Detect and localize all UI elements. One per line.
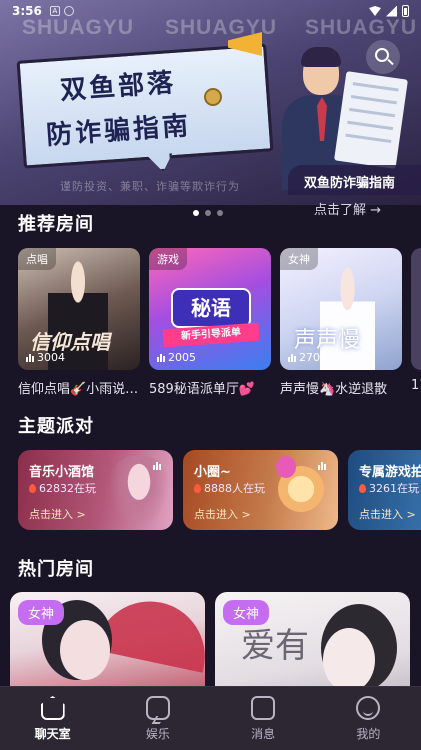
room-name: 声声慢🦄水逆退散 <box>280 382 388 397</box>
audio-bars-icon <box>157 353 165 362</box>
nav-item-messages[interactable]: 消息 <box>211 687 316 750</box>
nav-label: 聊天室 <box>34 727 71 741</box>
message-icon <box>251 696 276 720</box>
party-enter-link[interactable]: 点击进入 > <box>29 506 86 522</box>
party-player-count: 62832在玩 <box>29 480 96 496</box>
party-name: 音乐小酒馆 <box>29 465 95 480</box>
room-listener-count: 2005 <box>157 351 196 364</box>
hot-room-cover-art <box>94 592 205 673</box>
nav-label: 娱乐 <box>145 727 170 741</box>
room-listener-count: 3004 <box>26 351 65 364</box>
party-enter-link[interactable]: 点击进入 > <box>194 506 251 522</box>
room-category-chip: 女神 <box>280 248 318 270</box>
nav-item-entertainment[interactable]: 娱乐 <box>105 687 210 750</box>
notification-icon <box>63 6 74 16</box>
room-listener-count: 2701 <box>288 351 327 364</box>
room-card[interactable]: 秘语 新手引导派单 游戏 2005 <box>149 248 271 370</box>
profile-icon <box>356 696 381 720</box>
page-dot <box>217 210 223 216</box>
banner-subtitle: 谨防投资、兼职、诈骗等欺诈行为 <box>60 180 240 193</box>
page-dot-active <box>193 210 199 216</box>
party-player-count: 3261在玩 <box>359 480 419 496</box>
battery-icon <box>402 5 409 17</box>
theme-party-card[interactable]: 音乐小酒馆 62832在玩 点击进入 > <box>18 450 173 530</box>
chat-icon <box>145 696 170 720</box>
room-card[interactable]: 声声慢 女神 2701 <box>280 248 402 370</box>
room-card[interactable] <box>411 248 421 370</box>
room-category-chip: 游戏 <box>149 248 187 270</box>
page-dot <box>205 210 211 216</box>
party-enter-link[interactable]: 点击进入 > <box>359 506 416 522</box>
room-name: 11 <box>411 378 421 393</box>
wifi-icon <box>369 6 381 16</box>
coin-icon <box>204 88 222 106</box>
nav-item-profile[interactable]: 我的 <box>316 687 421 750</box>
section-title-hot: 热门房间 <box>18 559 94 580</box>
room-category-chip: 点唱 <box>18 248 56 270</box>
audio-bars-icon <box>318 462 326 470</box>
room-cover-text: 秘语 <box>171 288 251 328</box>
section-title-theme: 主题派对 <box>18 416 94 437</box>
hot-room-cover-art <box>323 628 375 692</box>
signal-icon <box>386 5 397 17</box>
nav-label: 我的 <box>356 727 381 741</box>
room-name: 信仰点唱🎸小雨说… <box>18 382 139 397</box>
room-category-chip: 女神 <box>223 600 270 625</box>
audio-bars-icon <box>26 353 34 362</box>
home-icon <box>40 696 65 720</box>
banner-pagination <box>193 210 223 216</box>
learn-more-link[interactable]: 点击了解 → <box>314 199 381 218</box>
document-illustration <box>334 71 408 169</box>
section-title-recommend: 推荐房间 <box>18 214 94 235</box>
notification-icon: A <box>49 6 60 16</box>
balloon-icon <box>276 456 296 478</box>
audio-bars-icon <box>153 462 161 470</box>
room-name: 589秘语派单厅💕 <box>149 382 255 397</box>
party-name: 小圈~ <box>194 465 231 480</box>
theme-party-card[interactable]: 专属游戏拍 3261在玩 点击进入 > <box>348 450 421 530</box>
search-button[interactable] <box>366 40 400 74</box>
hot-room-cover-text: 爱有 <box>241 626 309 666</box>
nav-item-chatroom[interactable]: 聊天室 <box>0 687 105 750</box>
status-bar: 3:56 A <box>0 0 421 22</box>
theme-party-card[interactable]: 小圈~ 8888人在玩 点击进入 > <box>183 450 338 530</box>
bottom-nav: 聊天室 娱乐 消息 我的 <box>0 686 421 750</box>
room-card[interactable]: 信仰点唱 点唱 3004 <box>18 248 140 370</box>
hot-room-cover-art <box>60 620 110 680</box>
room-category-chip: 女神 <box>18 600 65 625</box>
nav-label: 消息 <box>251 727 276 741</box>
party-player-count: 8888人在玩 <box>194 480 265 496</box>
audio-bars-icon <box>288 353 296 362</box>
room-cover-art <box>320 266 375 370</box>
room-cover-text: 声声慢 <box>294 328 361 353</box>
party-name: 专属游戏拍 <box>359 465 421 480</box>
banner-tag: 双鱼防诈骗指南 <box>288 165 421 195</box>
promo-banner[interactable]: SHUAGYU SHUAGYU SHUAGYU 双鱼部落 防诈骗指南 谨防投资、… <box>0 0 421 205</box>
status-time: 3:56 <box>12 4 42 18</box>
